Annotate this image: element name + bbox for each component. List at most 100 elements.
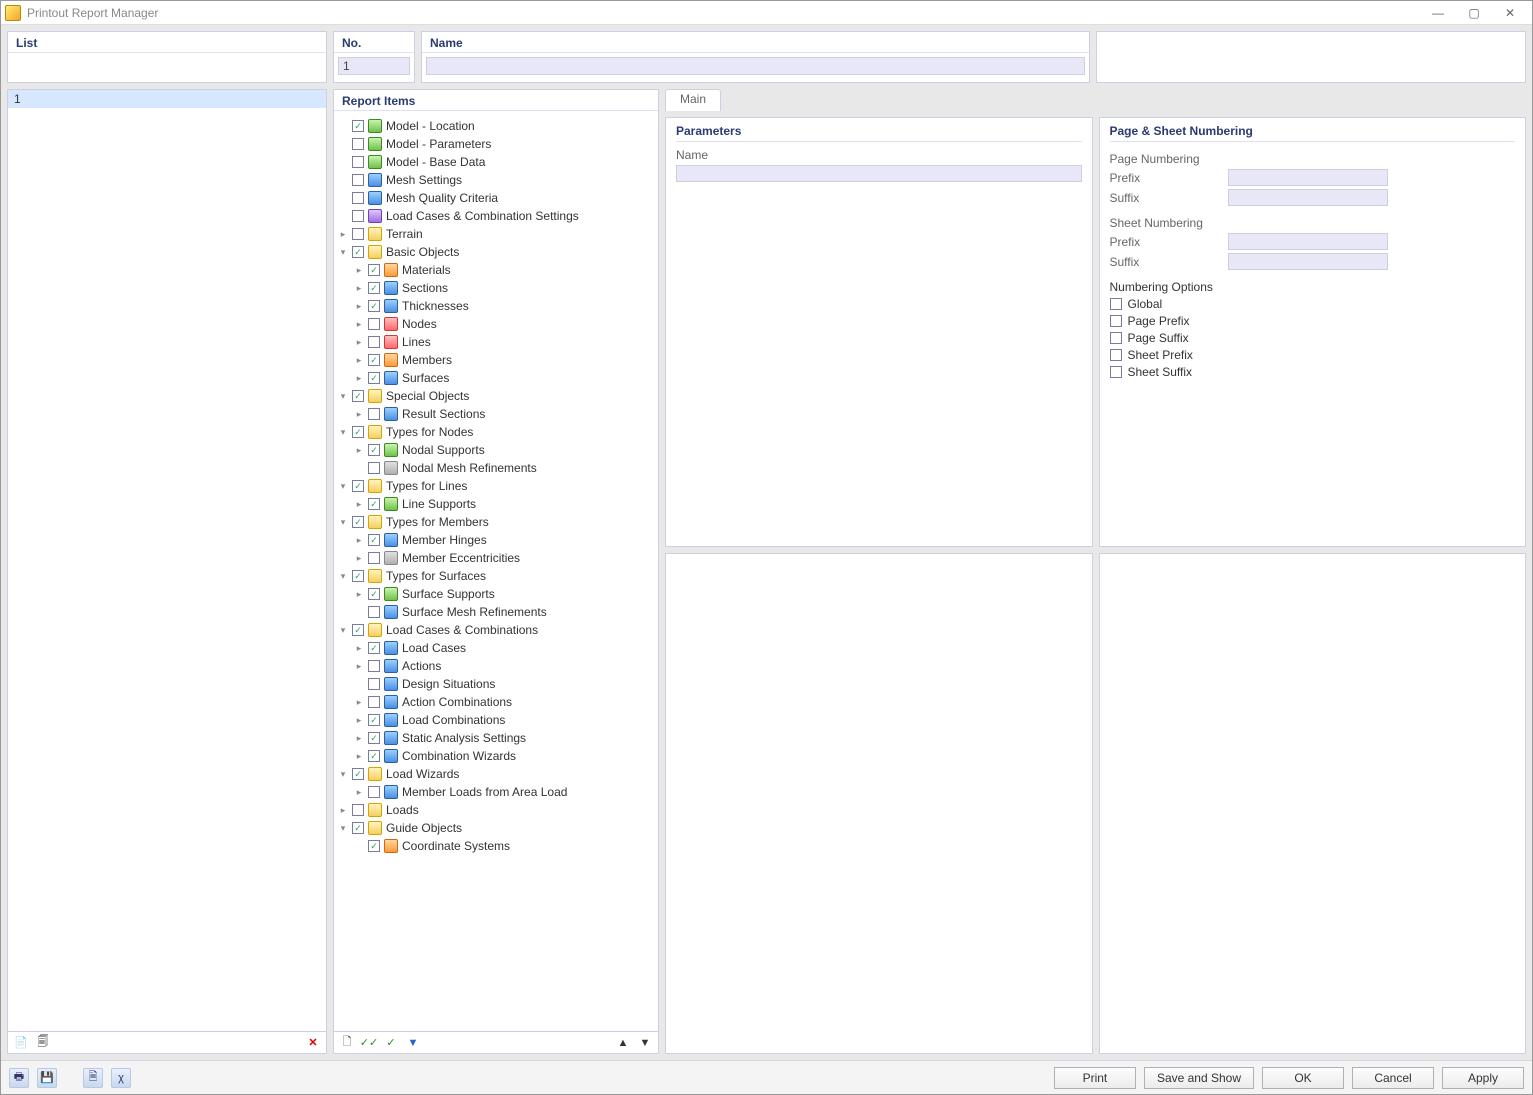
tree-move-down-icon[interactable]: ▼ <box>636 1034 654 1052</box>
collapse-icon[interactable]: ▾ <box>338 247 348 258</box>
tree-checkbox[interactable] <box>368 408 380 420</box>
tree-node[interactable]: ▸Terrain <box>338 225 656 243</box>
tree-checkbox[interactable] <box>368 318 380 330</box>
tree-checkbox[interactable]: ✓ <box>352 768 364 780</box>
tree-node[interactable]: Mesh Settings <box>338 171 656 189</box>
tree-checkbox[interactable] <box>352 228 364 240</box>
tree-checkbox[interactable] <box>368 696 380 708</box>
expand-icon[interactable]: ▸ <box>354 301 364 312</box>
save-and-show-button[interactable]: Save and Show <box>1144 1067 1254 1089</box>
new-report-icon[interactable]: 📄 <box>12 1034 30 1052</box>
tree-uncheck-all-icon[interactable]: ✓ <box>382 1034 400 1052</box>
bottom-save-icon[interactable]: 💾 <box>37 1068 57 1088</box>
tree-checkbox[interactable] <box>368 678 380 690</box>
tree-node[interactable]: ▸✓Members <box>338 351 656 369</box>
tree-node[interactable]: ▸✓Line Supports <box>338 495 656 513</box>
tree-checkbox[interactable] <box>352 804 364 816</box>
tree-checkbox[interactable] <box>368 462 380 474</box>
expand-icon[interactable]: ▸ <box>338 805 348 816</box>
tree-node[interactable]: ▾✓Basic Objects <box>338 243 656 261</box>
collapse-icon[interactable]: ▾ <box>338 517 348 528</box>
tree-node[interactable]: ▾✓Special Objects <box>338 387 656 405</box>
option-checkbox[interactable] <box>1110 349 1122 361</box>
tree-node[interactable]: ✓Model - Location <box>338 117 656 135</box>
tree-node[interactable]: ▾✓Types for Members <box>338 513 656 531</box>
expand-icon[interactable]: ▸ <box>354 733 364 744</box>
collapse-icon[interactable]: ▾ <box>338 571 348 582</box>
cancel-button[interactable]: Cancel <box>1352 1067 1434 1089</box>
tree-checkbox[interactable]: ✓ <box>352 426 364 438</box>
option-checkbox[interactable] <box>1110 315 1122 327</box>
tree-node[interactable]: ▸✓Surface Supports <box>338 585 656 603</box>
tree-checkbox[interactable]: ✓ <box>368 300 380 312</box>
expand-icon[interactable]: ▸ <box>354 715 364 726</box>
report-items-tree[interactable]: ✓Model - LocationModel - ParametersModel… <box>334 115 658 1031</box>
page-suffix-input[interactable] <box>1228 189 1388 206</box>
collapse-icon[interactable]: ▾ <box>338 625 348 636</box>
tree-node[interactable]: ▸✓Thicknesses <box>338 297 656 315</box>
tree-checkbox[interactable]: ✓ <box>352 390 364 402</box>
tree-checkbox[interactable]: ✓ <box>352 120 364 132</box>
expand-icon[interactable]: ▸ <box>354 355 364 366</box>
tree-filter-icon[interactable]: ▼ <box>404 1034 422 1052</box>
tree-check-all-icon[interactable]: ✓✓ <box>360 1034 378 1052</box>
tree-node[interactable]: ▸✓Surfaces <box>338 369 656 387</box>
tree-new-icon[interactable]: 🗋 <box>338 1034 356 1052</box>
tree-node[interactable]: ▸✓Nodal Supports <box>338 441 656 459</box>
expand-icon[interactable]: ▸ <box>354 553 364 564</box>
expand-icon[interactable]: ▸ <box>354 643 364 654</box>
numbering-option[interactable]: Page Suffix <box>1110 331 1516 345</box>
tree-checkbox[interactable] <box>352 174 364 186</box>
tree-node[interactable]: ▸Actions <box>338 657 656 675</box>
tree-node[interactable]: ▸✓Load Combinations <box>338 711 656 729</box>
numbering-option[interactable]: Sheet Suffix <box>1110 365 1516 379</box>
expand-icon[interactable]: ▸ <box>354 265 364 276</box>
expand-icon[interactable]: ▸ <box>354 589 364 600</box>
tree-checkbox[interactable]: ✓ <box>368 372 380 384</box>
tree-node[interactable]: Surface Mesh Refinements <box>338 603 656 621</box>
maximize-button[interactable]: ▢ <box>1456 2 1492 24</box>
bottom-preview-icon[interactable]: 🖶 <box>9 1068 29 1088</box>
expand-icon[interactable]: ▸ <box>354 661 364 672</box>
tree-node[interactable]: ▸Lines <box>338 333 656 351</box>
apply-button[interactable]: Apply <box>1442 1067 1524 1089</box>
collapse-icon[interactable]: ▾ <box>338 427 348 438</box>
tree-checkbox[interactable] <box>352 192 364 204</box>
duplicate-report-icon[interactable]: 🗐 <box>34 1034 52 1052</box>
tree-checkbox[interactable]: ✓ <box>352 822 364 834</box>
expand-icon[interactable]: ▸ <box>354 445 364 456</box>
name-input[interactable] <box>426 57 1085 75</box>
option-checkbox[interactable] <box>1110 298 1122 310</box>
list-row[interactable]: 1 <box>8 90 326 108</box>
tree-node[interactable]: ▸✓Combination Wizards <box>338 747 656 765</box>
tree-node[interactable]: ▸Result Sections <box>338 405 656 423</box>
tree-checkbox[interactable]: ✓ <box>368 498 380 510</box>
tree-checkbox[interactable]: ✓ <box>368 588 380 600</box>
print-button[interactable]: Print <box>1054 1067 1136 1089</box>
tree-node[interactable]: Model - Parameters <box>338 135 656 153</box>
tree-checkbox[interactable]: ✓ <box>368 354 380 366</box>
tree-node[interactable]: ▸Nodes <box>338 315 656 333</box>
tab-main[interactable]: Main <box>665 89 721 111</box>
tree-checkbox[interactable]: ✓ <box>352 480 364 492</box>
numbering-option[interactable]: Page Prefix <box>1110 314 1516 328</box>
tree-checkbox[interactable]: ✓ <box>368 732 380 744</box>
expand-icon[interactable]: ▸ <box>354 535 364 546</box>
tree-checkbox[interactable]: ✓ <box>352 624 364 636</box>
bottom-export-icon[interactable]: 🗎 <box>83 1068 103 1088</box>
tree-node[interactable]: ▸Member Loads from Area Load <box>338 783 656 801</box>
expand-icon[interactable]: ▸ <box>354 373 364 384</box>
delete-report-icon[interactable]: ✕ <box>304 1034 322 1052</box>
bottom-translate-icon[interactable]: χ <box>111 1068 131 1088</box>
tree-node[interactable]: ▸✓Load Cases <box>338 639 656 657</box>
tree-node[interactable]: ✓Coordinate Systems <box>338 837 656 855</box>
no-input[interactable]: 1 <box>338 57 410 75</box>
tree-node[interactable]: ▸Action Combinations <box>338 693 656 711</box>
ok-button[interactable]: OK <box>1262 1067 1344 1089</box>
tree-checkbox[interactable]: ✓ <box>368 642 380 654</box>
expand-icon[interactable]: ▸ <box>354 283 364 294</box>
tree-checkbox[interactable]: ✓ <box>368 264 380 276</box>
expand-icon[interactable]: ▸ <box>354 409 364 420</box>
tree-checkbox[interactable] <box>368 336 380 348</box>
tree-node[interactable]: Model - Base Data <box>338 153 656 171</box>
